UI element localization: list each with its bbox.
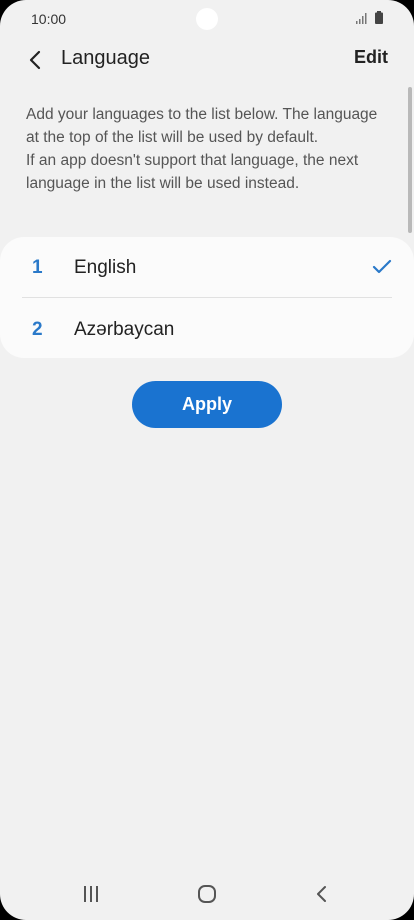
row-divider (22, 297, 392, 298)
description: Add your languages to the list below. Th… (26, 103, 386, 195)
camera-cutout (196, 8, 218, 30)
status-time: 10:00 (31, 11, 67, 27)
recents-icon[interactable] (82, 885, 100, 903)
back-arrow-icon[interactable] (22, 47, 48, 73)
language-item-azerbaijani[interactable]: 2 Azərbaycan (0, 299, 414, 359)
edit-button[interactable]: Edit (354, 47, 388, 68)
back-icon[interactable] (314, 884, 330, 904)
language-number: 2 (32, 319, 43, 340)
apply-button[interactable]: Apply (132, 381, 282, 428)
description-line-1: Add your languages to the list below. Th… (26, 106, 378, 146)
language-name: Azərbaycan (74, 319, 175, 340)
description-line-2: If an app doesn't support that language,… (26, 152, 359, 192)
check-icon (372, 259, 392, 274)
screen: 10:00 Language Edit Add your languages t… (0, 0, 414, 920)
battery-icon (375, 11, 383, 24)
home-icon[interactable] (197, 884, 217, 904)
language-item-english[interactable]: 1 English (0, 237, 414, 298)
app-bar: Language Edit (0, 38, 414, 82)
scrollbar[interactable] (408, 87, 412, 233)
navigation-bar (0, 870, 414, 920)
language-list: 1 English 2 Azərbaycan (0, 237, 414, 358)
language-name: English (74, 257, 137, 278)
status-bar: 10:00 (0, 0, 414, 38)
page-title: Language (61, 47, 150, 69)
language-number: 1 (32, 257, 43, 278)
signal-icon (356, 13, 367, 24)
